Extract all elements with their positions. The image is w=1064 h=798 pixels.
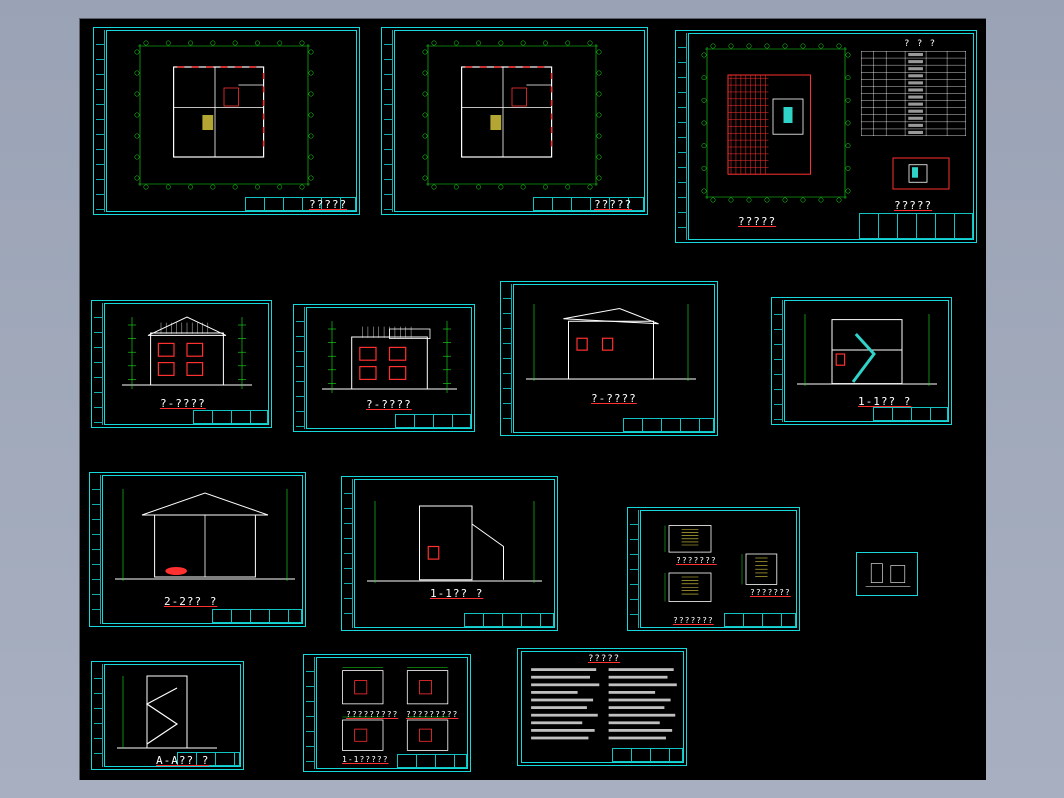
sheet-sect-3[interactable]: 1-1?? ? — [341, 476, 558, 631]
sheet-plan-2[interactable]: ????? — [381, 27, 648, 215]
sheet-label: 2-2?? ? — [164, 595, 218, 608]
detail-sublabel: ????????? — [406, 710, 459, 719]
elevation-drawing — [526, 300, 696, 385]
sheet-label: A-A?? ? — [156, 754, 210, 767]
floor-plan-drawing — [422, 40, 602, 190]
sheet-binding-strip — [94, 664, 103, 767]
sheet-detail-2[interactable]: ????????? ????????? 1-1????? — [303, 654, 471, 772]
detail-sublabel: ??????? — [750, 588, 791, 597]
title-block — [211, 609, 302, 623]
elevation-drawing — [322, 317, 457, 397]
sheet-label: ????? — [738, 215, 777, 228]
detail-sublabel: ??????? — [676, 556, 717, 565]
sheet-binding-strip — [384, 30, 393, 212]
sheet-binding-strip — [344, 479, 353, 628]
detail-sublabel: ????????? — [346, 710, 399, 719]
detail-label: ????? — [894, 199, 933, 212]
design-notes-text — [528, 665, 683, 745]
sheet-elev-3[interactable]: ?-???? — [500, 281, 718, 436]
elevation-drawing — [122, 313, 252, 393]
title-block — [872, 407, 948, 421]
sheet-binding-strip — [94, 303, 103, 425]
roof-plan-drawing — [701, 43, 851, 203]
sheet-plan-roof[interactable]: ? ? ? ????? ????? — [675, 30, 977, 243]
section-drawing — [797, 310, 937, 390]
section-drawing — [367, 497, 542, 587]
sheet-binding-strip — [96, 30, 105, 212]
door-window-schedule-table — [861, 51, 966, 136]
sheet-label: 1-1?? ? — [430, 587, 484, 600]
sheet-binding-strip — [296, 307, 305, 429]
detail-sublabel: ??????? — [673, 616, 714, 625]
title-block — [397, 754, 467, 768]
title-block — [623, 418, 714, 432]
sheet-label: ????? — [309, 198, 348, 211]
title-block — [612, 748, 683, 762]
title-block — [463, 613, 554, 627]
sheet-label: ?-???? — [591, 392, 637, 405]
sheet-plan-1[interactable]: ????? — [93, 27, 360, 215]
floor-plan-drawing — [134, 40, 314, 190]
sheet-sect-a[interactable]: A-A?? ? — [91, 661, 244, 770]
title-block — [859, 213, 973, 239]
sheet-detail-1[interactable]: ??????? ??????? ??????? — [627, 507, 800, 631]
drawing-canvas[interactable]: ????? ????? ? ? ? ????? ????? ?-???? ?-?… — [79, 18, 986, 780]
sheet-label: ????? — [588, 654, 621, 664]
sheet-label: 1-1?? ? — [858, 395, 912, 408]
sheet-binding-strip — [774, 300, 783, 422]
sheet-binding-strip — [92, 475, 101, 624]
title-block — [724, 613, 796, 627]
sheet-notes[interactable]: ????? — [517, 648, 687, 766]
detail-sublabel: 1-1????? — [342, 755, 389, 764]
sheet-binding-strip — [503, 284, 512, 433]
sheet-binding-strip — [678, 33, 687, 240]
sheet-binding-strip — [630, 510, 639, 628]
sheet-elev-1[interactable]: ?-???? — [91, 300, 272, 428]
section-drawing — [115, 485, 295, 585]
title-block — [192, 410, 268, 424]
sheet-binding-strip — [306, 657, 315, 769]
title-block — [395, 414, 471, 428]
stair-detail-drawing — [891, 156, 951, 191]
sheet-label: ?-???? — [160, 397, 206, 410]
sheet-detail-small[interactable] — [856, 552, 918, 596]
sheet-sect-1[interactable]: 1-1?? ? — [771, 297, 952, 425]
mini-detail-drawing — [860, 556, 916, 594]
sheet-sect-2[interactable]: 2-2?? ? — [89, 472, 306, 627]
sheet-label: ????? — [594, 198, 633, 211]
sheet-label: ?-???? — [366, 398, 412, 411]
schedule-table-title: ? ? ? — [904, 39, 937, 49]
stair-section-drawing — [117, 672, 217, 752]
sheet-elev-2[interactable]: ?-???? — [293, 304, 475, 432]
